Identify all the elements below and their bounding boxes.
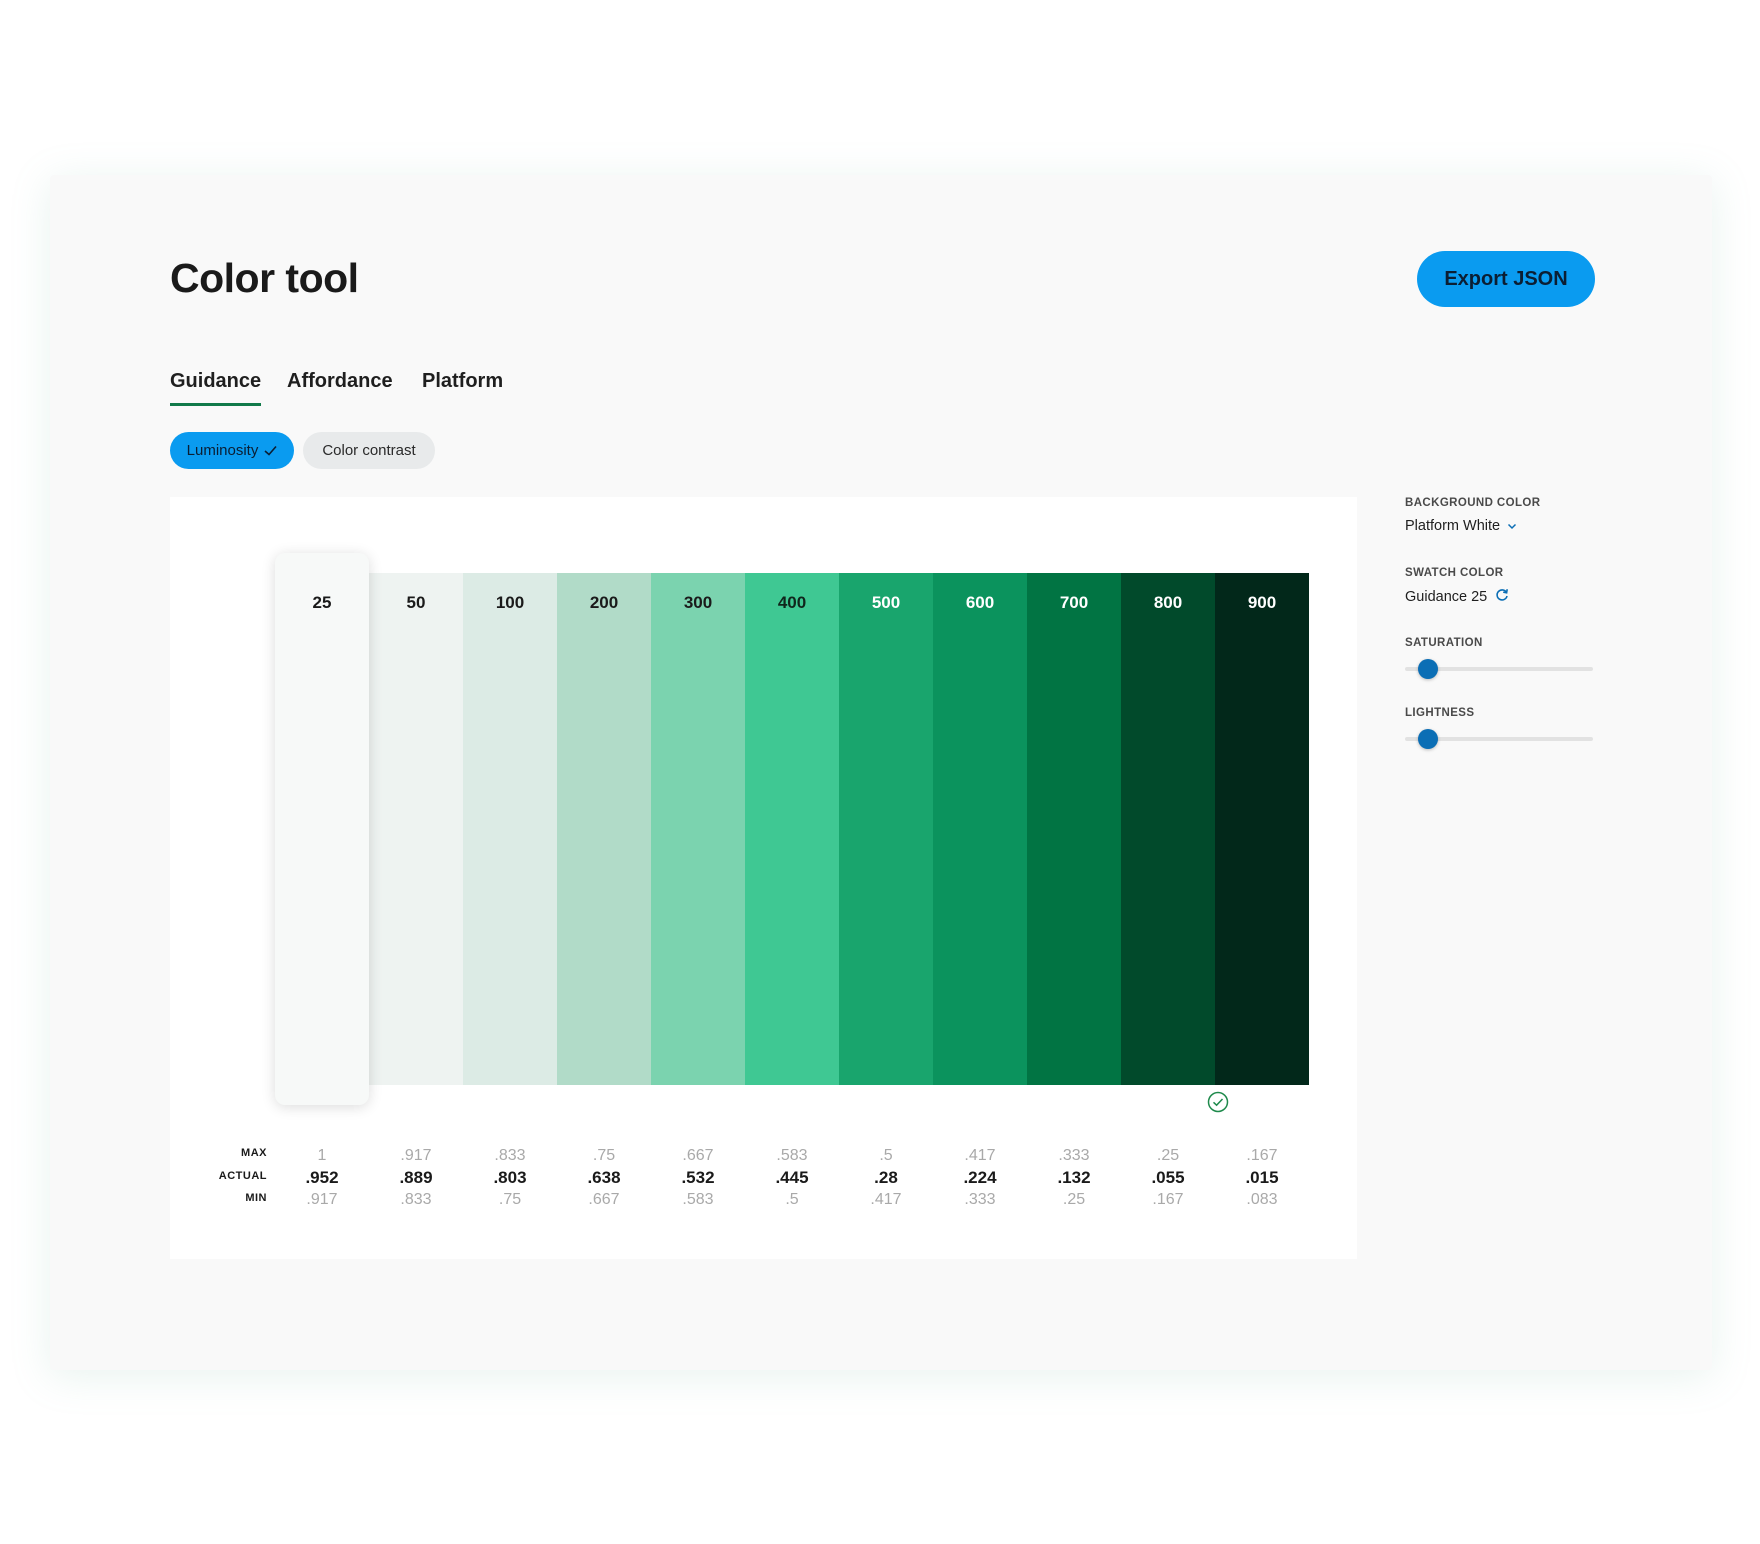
- value-actual-700: .132: [1057, 1168, 1091, 1187]
- tab-platform[interactable]: Platform: [422, 370, 503, 403]
- swatch-label: 800: [1153, 593, 1183, 612]
- swatch-25[interactable]: 25: [275, 553, 369, 1105]
- contrast-pass-check-icon: [1207, 1091, 1229, 1113]
- swatch-label: 200: [589, 593, 619, 612]
- swatch-400[interactable]: 400: [745, 573, 839, 1085]
- color-contrast-chip-label: Color contrast: [322, 442, 416, 459]
- value-max-600: .417: [964, 1147, 996, 1164]
- value-actual-50: .889: [399, 1168, 433, 1187]
- swatch-label: 400: [777, 593, 807, 612]
- refresh-icon[interactable]: [1495, 588, 1509, 606]
- page-title: Color tool: [170, 255, 359, 301]
- value-min-300: .583: [682, 1191, 714, 1208]
- value-max-800: .25: [1156, 1147, 1180, 1164]
- swatch-label: 25: [312, 593, 332, 612]
- lightness-slider-thumb[interactable]: [1417, 729, 1438, 749]
- value-min-700: .25: [1062, 1191, 1086, 1208]
- swatch-label: 100: [495, 593, 525, 612]
- lightness-slider[interactable]: [1405, 727, 1593, 751]
- value-min-400: .5: [785, 1191, 799, 1208]
- swatch-500[interactable]: 500: [839, 573, 933, 1085]
- saturation-label: SATURATION: [1405, 637, 1483, 649]
- swatch-color-value: Guidance 25: [1405, 589, 1488, 605]
- row-label-max: MAX: [241, 1147, 267, 1159]
- value-max-200: .75: [592, 1147, 616, 1164]
- row-label-min: MIN: [245, 1192, 267, 1204]
- luminosity-chip-label: Luminosity: [186, 442, 259, 459]
- background-color-value: Platform White: [1405, 518, 1501, 534]
- lightness-label: LIGHTNESS: [1405, 707, 1475, 719]
- value-min-50: .833: [400, 1191, 432, 1208]
- value-max-100: .833: [494, 1147, 526, 1164]
- value-max-700: .333: [1058, 1147, 1090, 1164]
- value-min-900: .083: [1246, 1191, 1278, 1208]
- swatch-label: 600: [965, 593, 995, 612]
- swatch-50[interactable]: 50: [369, 573, 463, 1085]
- swatch-label: 500: [871, 593, 901, 612]
- swatch-100[interactable]: 100: [463, 573, 557, 1085]
- value-actual-400: .445: [775, 1168, 809, 1187]
- value-min-600: .333: [964, 1191, 996, 1208]
- row-label-actual: ACTUAL: [218, 1170, 267, 1182]
- value-min-500: .417: [870, 1191, 902, 1208]
- swatch-label: 900: [1247, 593, 1277, 612]
- value-actual-200: .638: [587, 1168, 621, 1187]
- value-actual-100: .803: [493, 1168, 527, 1187]
- value-max-50: .917: [400, 1147, 432, 1164]
- value-max-25: 1: [317, 1147, 327, 1164]
- value-max-300: .667: [682, 1147, 714, 1164]
- tab-guidance[interactable]: Guidance: [170, 370, 262, 406]
- swatch-900[interactable]: 900: [1215, 573, 1309, 1085]
- swatch-color-label: SWATCH COLOR: [1405, 567, 1504, 579]
- swatch-strip: 25 50 100 200 300 400 500 600 700 800 900: [275, 553, 1309, 1105]
- value-actual-300: .532: [681, 1168, 715, 1187]
- color-tool-card: Color tool Export JSON Guidance Affordan…: [50, 175, 1712, 1370]
- swatch-panel: 25 50 100 200 300 400 500 600 700 800 900 MAX ACTU…: [170, 497, 1357, 1259]
- value-min-200: .667: [588, 1191, 620, 1208]
- value-min-800: .167: [1152, 1191, 1184, 1208]
- swatch-800[interactable]: 800: [1121, 573, 1215, 1085]
- value-actual-25: .952: [305, 1168, 339, 1187]
- value-actual-600: .224: [963, 1168, 997, 1187]
- export-json-button[interactable]: Export JSON: [1417, 251, 1595, 307]
- value-max-500: .5: [879, 1147, 893, 1164]
- value-actual-900: .015: [1245, 1168, 1279, 1187]
- luminosity-filter-chip[interactable]: Luminosity: [170, 432, 294, 469]
- swatch-label: 700: [1059, 593, 1089, 612]
- saturation-slider[interactable]: [1405, 657, 1593, 681]
- value-max-400: .583: [776, 1147, 808, 1164]
- value-min-25: .917: [306, 1191, 338, 1208]
- value-max-900: .167: [1246, 1147, 1278, 1164]
- swatch-200[interactable]: 200: [557, 573, 651, 1085]
- color-contrast-filter-chip[interactable]: Color contrast: [303, 432, 435, 469]
- background-color-label: BACKGROUND COLOR: [1405, 497, 1541, 509]
- check-icon: [264, 443, 277, 459]
- swatch-700[interactable]: 700: [1027, 573, 1121, 1085]
- value-actual-800: .055: [1151, 1168, 1185, 1187]
- value-min-100: .75: [498, 1191, 522, 1208]
- swatch-600[interactable]: 600: [933, 573, 1027, 1085]
- saturation-slider-thumb[interactable]: [1417, 659, 1438, 679]
- swatch-label: 300: [683, 593, 713, 612]
- swatch-color-selector[interactable]: Guidance 25: [1405, 588, 1509, 606]
- swatch-label: 50: [406, 593, 426, 612]
- tab-affordance[interactable]: Affordance: [287, 370, 393, 403]
- swatch-300[interactable]: 300: [651, 573, 745, 1085]
- background-color-dropdown[interactable]: Platform White: [1405, 518, 1517, 534]
- value-actual-500: .28: [874, 1168, 898, 1187]
- chevron-down-icon: [1507, 518, 1517, 534]
